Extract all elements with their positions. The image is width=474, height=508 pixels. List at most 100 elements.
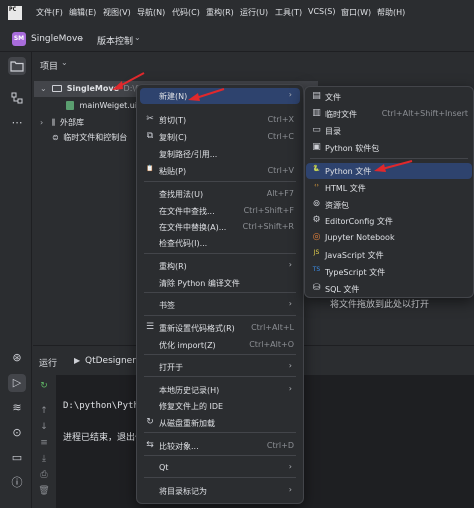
submenu-item[interactable]: JS JavaScript 文件: [306, 247, 472, 263]
menu-item[interactable]: 修复文件上的 IDE: [140, 398, 300, 414]
more-icon[interactable]: ⋯: [8, 114, 26, 132]
menu-view[interactable]: 视图(V): [103, 7, 131, 18]
package-icon: ▣: [312, 142, 321, 152]
shortcut-hint: Ctrl+V: [267, 166, 294, 175]
menu-run[interactable]: 运行(U): [240, 7, 268, 18]
structure-icon[interactable]: [8, 89, 26, 107]
reformat-icon: ☰: [145, 322, 155, 332]
layers-icon[interactable]: ≋: [8, 399, 26, 417]
menu-code[interactable]: 代码(C): [172, 7, 200, 18]
submenu-item[interactable]: ‹› HTML 文件: [306, 180, 472, 196]
menu-help[interactable]: 帮助(H): [377, 7, 405, 18]
external-libs-label: 外部库: [59, 118, 84, 127]
submenu-item[interactable]: ⊚ 资源包: [306, 197, 472, 213]
project-switcher[interactable]: SingleMove: [31, 34, 83, 44]
chevron-down-icon[interactable]: ⌄: [78, 33, 85, 42]
print-icon[interactable]: ⎙: [38, 469, 50, 481]
menu-item[interactable]: 📋 粘贴(P) Ctrl+V: [140, 163, 300, 179]
menu-item[interactable]: Qt ›: [140, 460, 300, 476]
shortcut-hint: Ctrl+D: [266, 441, 294, 450]
menu-item-label: 清除 Python 编译文件: [159, 279, 240, 288]
menu-item[interactable]: ☰ 重新设置代码格式(R) Ctrl+Alt+L: [140, 320, 300, 336]
menu-refactor[interactable]: 重构(R): [206, 7, 234, 18]
file-icon: ▤: [312, 91, 321, 101]
terminal-icon[interactable]: ▭: [8, 449, 26, 467]
library-icon: ⫼: [51, 118, 56, 127]
html-icon: ‹›: [314, 182, 319, 189]
menu-item[interactable]: 本地历史记录(H) ›: [140, 382, 300, 398]
menu-item[interactable]: 在文件中查找... Ctrl+Shift+F: [140, 203, 300, 219]
console-line: D:\python\Pyth: [63, 401, 139, 411]
ui-file-icon: [66, 101, 74, 110]
tree-item-file[interactable]: mainWeiget.ui: [66, 101, 137, 110]
menu-item[interactable]: ⧉ 复制(C) Ctrl+C: [140, 129, 300, 145]
menu-item[interactable]: 优化 import(Z) Ctrl+Alt+O: [140, 337, 300, 353]
menu-tools[interactable]: 工具(T): [275, 7, 302, 18]
submenu-item-label: Python 软件包: [325, 144, 380, 153]
trash-icon[interactable]: 🗑: [38, 485, 50, 497]
services-icon[interactable]: ⊙: [8, 424, 26, 442]
project-panel-title[interactable]: 项目: [40, 59, 58, 72]
menu-item[interactable]: ✂ 剪切(T) Ctrl+X: [140, 112, 300, 128]
copy-icon: ⧉: [146, 131, 154, 141]
menu-item[interactable]: ⇆ 比较对象... Ctrl+D: [140, 438, 300, 454]
run-icon[interactable]: ▷: [8, 374, 26, 392]
submenu-item-label: Jupyter Notebook: [325, 233, 395, 242]
vcs-widget[interactable]: 版本控制: [97, 34, 133, 47]
submenu-item[interactable]: ▣ Python 软件包: [306, 140, 472, 156]
chevron-down-icon[interactable]: ⌄: [61, 58, 68, 67]
menu-window[interactable]: 窗口(W): [341, 7, 371, 18]
submenu-item[interactable]: ⛁ SQL 文件: [306, 281, 472, 297]
menu-item[interactable]: 检查代码(I)...: [140, 235, 300, 251]
submenu-item[interactable]: ◎ Jupyter Notebook: [306, 230, 472, 246]
python-console-icon[interactable]: ⊛: [8, 349, 26, 367]
tree-item-external-libs[interactable]: › ⫼ 外部库: [40, 117, 84, 128]
submenu-item[interactable]: ▭ 目录: [306, 123, 472, 139]
menu-item[interactable]: 打开于 ›: [140, 359, 300, 375]
menu-item[interactable]: 将目录标记为 ›: [140, 483, 300, 499]
menu-item[interactable]: 查找用法(U) Alt+F7: [140, 186, 300, 202]
menu-item[interactable]: 清除 Python 编译文件: [140, 275, 300, 291]
menu-item-label: 比较对象...: [159, 442, 199, 451]
project-badge[interactable]: SM: [12, 32, 26, 46]
menu-item[interactable]: 在文件中替换(A)... Ctrl+Shift+R: [140, 219, 300, 235]
submenu-item[interactable]: ▥ 临时文件 Ctrl+Alt+Shift+Insert: [306, 106, 472, 122]
run-config-icon: ▶: [74, 356, 81, 365]
menu-item-label: 在文件中替换(A)...: [159, 223, 227, 232]
javascript-icon: JS: [313, 249, 320, 256]
menu-separator: [144, 455, 296, 456]
submenu-item-label: EditorConfig 文件: [325, 217, 393, 226]
menu-navigate[interactable]: 导航(N): [137, 7, 165, 18]
menu-separator: [144, 477, 296, 478]
chevron-right-icon[interactable]: ›: [40, 118, 43, 127]
menu-file[interactable]: 文件(F): [36, 7, 63, 18]
project-folder-icon[interactable]: [8, 57, 26, 75]
menu-item[interactable]: 重构(R) ›: [140, 258, 300, 274]
submenu-item[interactable]: ⚙ EditorConfig 文件: [306, 213, 472, 229]
submenu-item[interactable]: TS TypeScript 文件: [306, 264, 472, 280]
menu-vcs[interactable]: VCS(S): [308, 7, 335, 16]
problems-icon[interactable]: ⓘ: [8, 474, 26, 492]
menu-separator: [144, 376, 296, 377]
menu-item[interactable]: 复制路径/引用...: [140, 146, 300, 162]
menu-item-label: 修复文件上的 IDE: [159, 402, 224, 411]
shortcut-hint: Ctrl+Alt+L: [251, 323, 294, 332]
folder-icon: [52, 85, 63, 92]
rerun-icon[interactable]: ↻: [38, 380, 50, 392]
menu-item[interactable]: 书签 ›: [140, 297, 300, 313]
scroll-up-icon[interactable]: ↑: [38, 405, 50, 417]
menu-separator: [144, 354, 296, 355]
chevron-down-icon[interactable]: ⌄: [40, 84, 47, 93]
submenu-item-label: 文件: [325, 93, 341, 102]
soft-wrap-icon[interactable]: ≡: [38, 437, 50, 449]
chevron-down-icon[interactable]: ⌄: [134, 33, 141, 42]
scroll-to-end-icon[interactable]: ⤓: [38, 453, 50, 465]
menu-separator: [144, 432, 296, 433]
menu-edit[interactable]: 编辑(E): [69, 7, 96, 18]
menu-item-label: 新建(N): [159, 92, 188, 101]
scroll-down-icon[interactable]: ↓: [38, 421, 50, 433]
tree-item-scratches[interactable]: ⊜ 临时文件和控制台: [52, 132, 127, 143]
menu-item[interactable]: ↻ 从磁盘重新加载: [140, 415, 300, 431]
tab-qtdesigner[interactable]: QtDesigner: [85, 356, 136, 366]
submenu-item[interactable]: ▤ 文件: [306, 89, 472, 105]
